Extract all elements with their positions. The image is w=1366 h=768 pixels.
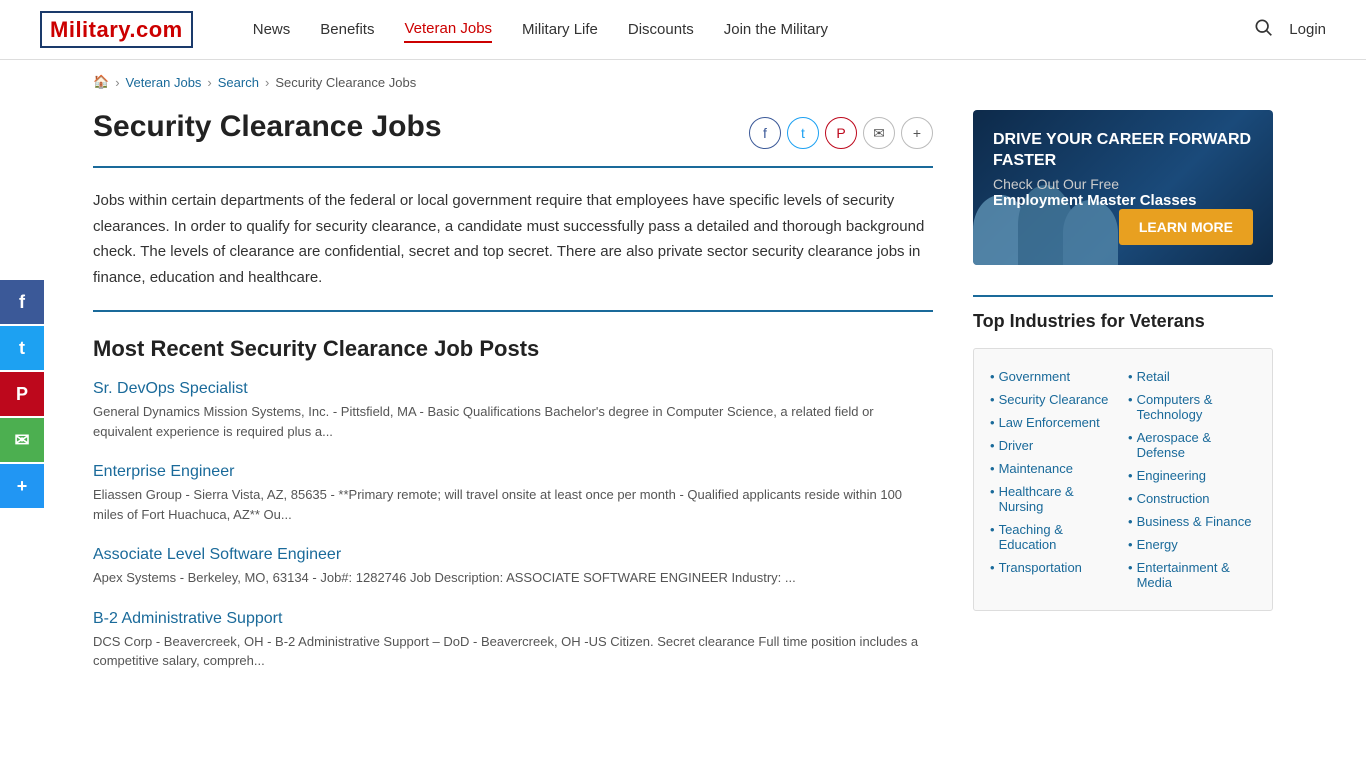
job-link-1[interactable]: Sr. DevOps Specialist xyxy=(93,380,933,398)
site-logo[interactable]: Military.com xyxy=(40,17,193,43)
industries-section-title: Top Industries for Veterans xyxy=(973,311,1273,332)
nav-discounts[interactable]: Discounts xyxy=(628,17,694,42)
search-button[interactable] xyxy=(1253,17,1273,42)
header-right: Login xyxy=(1253,17,1326,42)
industry-retail[interactable]: Retail xyxy=(1128,365,1256,388)
breadcrumb-current: Security Clearance Jobs xyxy=(275,75,416,90)
job-link-4[interactable]: B-2 Administrative Support xyxy=(93,610,933,628)
ad-banner: DRIVE YOUR CAREER FORWARD FASTER Check O… xyxy=(973,110,1273,265)
nav-news[interactable]: News xyxy=(253,17,291,42)
share-email-icon[interactable]: ✉ xyxy=(863,117,895,149)
industry-government[interactable]: Government xyxy=(990,365,1118,388)
facebook-share-button[interactable]: f xyxy=(0,280,44,324)
industry-business-finance[interactable]: Business & Finance xyxy=(1128,510,1256,533)
share-pinterest-icon[interactable]: P xyxy=(825,117,857,149)
email-share-button[interactable]: ✉ xyxy=(0,418,44,462)
pinterest-share-button[interactable]: P xyxy=(0,372,44,416)
breadcrumb: 🏠 › Veteran Jobs › Search › Security Cle… xyxy=(93,60,1273,100)
page-title: Security Clearance Jobs xyxy=(93,110,442,144)
logo-dot-com: .com xyxy=(129,17,182,42)
right-column: DRIVE YOUR CAREER FORWARD FASTER Check O… xyxy=(973,110,1273,693)
industry-engineering[interactable]: Engineering xyxy=(1128,464,1256,487)
industry-right-col: Retail Computers & Technology Aerospace … xyxy=(1128,365,1256,594)
ad-bottom-row: LEARN MORE xyxy=(993,209,1253,245)
job-item-4: B-2 Administrative Support DCS Corp - Be… xyxy=(93,610,933,671)
industry-maintenance[interactable]: Maintenance xyxy=(990,457,1118,480)
login-button[interactable]: Login xyxy=(1289,21,1326,38)
breadcrumb-sep-2: › xyxy=(207,75,211,90)
breadcrumb-home[interactable]: 🏠 xyxy=(93,74,109,90)
section-divider xyxy=(93,310,933,312)
job-item-1: Sr. DevOps Specialist General Dynamics M… xyxy=(93,380,933,441)
breadcrumb-search[interactable]: Search xyxy=(218,75,259,90)
content-area: Security Clearance Jobs f t P ✉ + Jobs w… xyxy=(93,110,1273,693)
share-icons: f t P ✉ + xyxy=(749,117,933,149)
breadcrumb-sep-1: › xyxy=(115,75,119,90)
nav-join-military[interactable]: Join the Military xyxy=(724,17,828,42)
share-facebook-icon[interactable]: f xyxy=(749,117,781,149)
nav-military-life[interactable]: Military Life xyxy=(522,17,598,42)
industry-energy[interactable]: Energy xyxy=(1128,533,1256,556)
job-desc-4: DCS Corp - Beavercreek, OH - B-2 Adminis… xyxy=(93,632,933,671)
industry-driver[interactable]: Driver xyxy=(990,434,1118,457)
logo-military: Military xyxy=(50,17,129,42)
industry-transportation[interactable]: Transportation xyxy=(990,556,1118,579)
job-desc-3: Apex Systems - Berkeley, MO, 63134 - Job… xyxy=(93,568,933,588)
job-desc-1: General Dynamics Mission Systems, Inc. -… xyxy=(93,402,933,441)
breadcrumb-sep-3: › xyxy=(265,75,269,90)
logo-text: Military.com xyxy=(40,11,193,48)
industry-left-col: Government Security Clearance Law Enforc… xyxy=(990,365,1118,594)
industries-box: Government Security Clearance Law Enforc… xyxy=(973,348,1273,611)
industry-aerospace[interactable]: Aerospace & Defense xyxy=(1128,426,1256,464)
job-item-2: Enterprise Engineer Eliassen Group - Sie… xyxy=(93,463,933,524)
industry-computers[interactable]: Computers & Technology xyxy=(1128,388,1256,426)
ad-subtext: Check Out Our Free Employment Master Cla… xyxy=(993,176,1253,209)
job-link-2[interactable]: Enterprise Engineer xyxy=(93,463,933,481)
more-share-button[interactable]: + xyxy=(0,464,44,508)
social-sidebar: f t P ✉ + xyxy=(0,280,44,510)
industries-divider xyxy=(973,295,1273,297)
title-divider xyxy=(93,166,933,168)
job-link-3[interactable]: Associate Level Software Engineer xyxy=(93,546,933,564)
job-desc-2: Eliassen Group - Sierra Vista, AZ, 85635… xyxy=(93,485,933,524)
industry-security-clearance[interactable]: Security Clearance xyxy=(990,388,1118,411)
nav-benefits[interactable]: Benefits xyxy=(320,17,374,42)
jobs-section-title: Most Recent Security Clearance Job Posts xyxy=(93,336,933,362)
site-header: Military.com News Benefits Veteran Jobs … xyxy=(0,0,1366,60)
industry-construction[interactable]: Construction xyxy=(1128,487,1256,510)
learn-more-button[interactable]: LEARN MORE xyxy=(1119,209,1253,245)
ad-headline: DRIVE YOUR CAREER FORWARD FASTER xyxy=(993,130,1253,172)
title-share-row: Security Clearance Jobs f t P ✉ + xyxy=(93,110,933,156)
industries-columns: Government Security Clearance Law Enforc… xyxy=(990,365,1256,594)
page-description: Jobs within certain departments of the f… xyxy=(93,188,933,290)
twitter-share-button[interactable]: t xyxy=(0,326,44,370)
nav-veteran-jobs[interactable]: Veteran Jobs xyxy=(404,16,492,43)
share-more-icon[interactable]: + xyxy=(901,117,933,149)
job-item-3: Associate Level Software Engineer Apex S… xyxy=(93,546,933,588)
industry-entertainment[interactable]: Entertainment & Media xyxy=(1128,556,1256,594)
share-twitter-icon[interactable]: t xyxy=(787,117,819,149)
main-content: 🏠 › Veteran Jobs › Search › Security Cle… xyxy=(33,60,1333,733)
main-nav: News Benefits Veteran Jobs Military Life… xyxy=(253,16,1254,43)
left-column: Security Clearance Jobs f t P ✉ + Jobs w… xyxy=(93,110,933,693)
breadcrumb-veteran-jobs[interactable]: Veteran Jobs xyxy=(126,75,202,90)
jobs-list: Sr. DevOps Specialist General Dynamics M… xyxy=(93,380,933,671)
industry-teaching[interactable]: Teaching & Education xyxy=(990,518,1118,556)
industry-law-enforcement[interactable]: Law Enforcement xyxy=(990,411,1118,434)
industry-healthcare[interactable]: Healthcare & Nursing xyxy=(990,480,1118,518)
